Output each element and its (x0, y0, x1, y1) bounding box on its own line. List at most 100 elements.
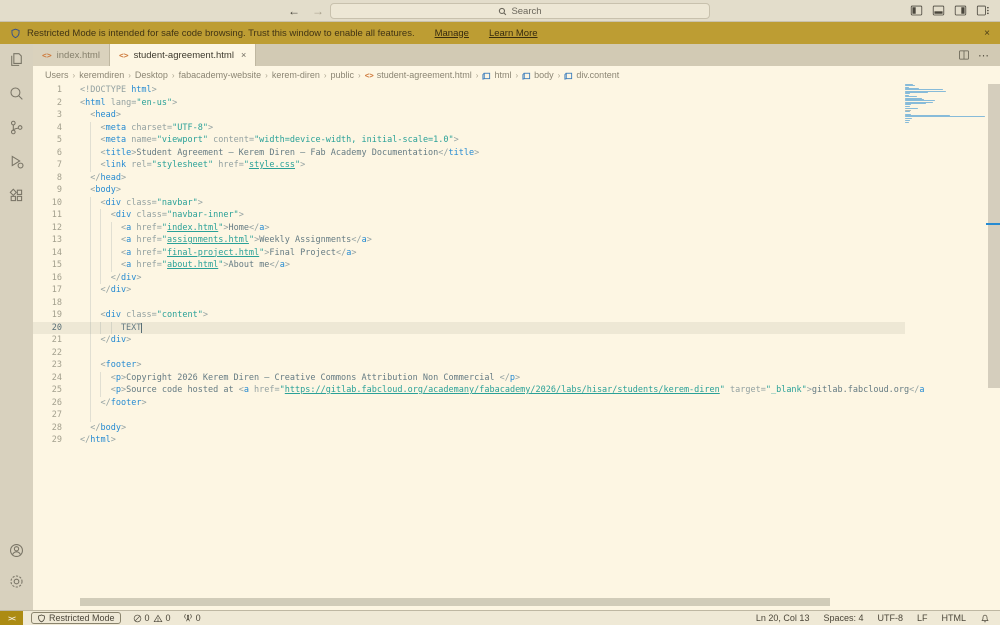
breadcrumb-symbol-html[interactable]: html (482, 70, 511, 80)
line-number[interactable]: 16 (33, 272, 62, 285)
code-line-5[interactable]: 5 <meta name="viewport" content="width=d… (33, 134, 905, 147)
code-line-28[interactable]: 28 </body> (33, 422, 905, 435)
line-number[interactable]: 6 (33, 147, 62, 160)
code-line-16[interactable]: 16 </div> (33, 271, 905, 285)
code-line-2[interactable]: 2 <html lang="en-us"> (33, 97, 905, 110)
tab-close-icon[interactable]: × (241, 50, 246, 60)
code-line-21[interactable]: 21 </div> (33, 334, 905, 347)
line-number[interactable]: 3 (33, 109, 62, 122)
code-line-19[interactable]: 19 <div class="content"> (33, 309, 905, 322)
line-number[interactable]: 22 (33, 347, 62, 360)
code-line-22[interactable]: 22 (33, 346, 905, 360)
eol-status[interactable]: LF (917, 613, 928, 623)
more-actions-icon[interactable]: ⋯ (978, 49, 990, 62)
ports-status[interactable]: 0 (183, 613, 201, 623)
breadcrumb-item-kerem-diren[interactable]: kerem-diren (272, 70, 320, 80)
learn-more-link[interactable]: Learn More (489, 28, 538, 39)
line-number[interactable]: 8 (33, 172, 62, 185)
code-line-12[interactable]: 12 <a href="index.html">Home</a> (33, 221, 905, 235)
code-line-23[interactable]: 23 <footer> (33, 359, 905, 372)
horizontal-scrollbar[interactable] (80, 598, 830, 606)
line-number[interactable]: 18 (33, 297, 62, 310)
line-number[interactable]: 12 (33, 222, 62, 235)
code-line-8[interactable]: 8 </head> (33, 172, 905, 185)
code-line-24[interactable]: 24 <p>Copyright 2026 Kerem Diren – Creat… (33, 371, 905, 385)
banner-close-icon[interactable]: × (984, 28, 990, 39)
problems-status[interactable]: 0 0 (133, 613, 171, 623)
line-number[interactable]: 5 (33, 134, 62, 147)
cursor-position-status[interactable]: Ln 20, Col 13 (756, 613, 810, 623)
line-number[interactable]: 4 (33, 122, 62, 135)
toggle-sidebar-left-icon[interactable] (910, 4, 923, 17)
code-line-20[interactable]: 20 TEXT (33, 321, 905, 335)
breadcrumb-item-Users[interactable]: Users (45, 70, 69, 80)
indentation-status[interactable]: Spaces: 4 (823, 613, 863, 623)
code-line-1[interactable]: 1 <!DOCTYPE html> (33, 84, 905, 97)
line-number[interactable]: 17 (33, 284, 62, 297)
line-number[interactable]: 29 (33, 434, 62, 447)
code-line-14[interactable]: 14 <a href="final-project.html">Final Pr… (33, 246, 905, 260)
line-number[interactable]: 20 (33, 322, 62, 335)
line-number[interactable]: 2 (33, 97, 62, 110)
line-number[interactable]: 13 (33, 234, 62, 247)
code-line-26[interactable]: 26 </footer> (33, 396, 905, 410)
line-number[interactable]: 23 (33, 359, 62, 372)
breadcrumb-file[interactable]: <> student-agreement.html (365, 70, 472, 80)
code-line-29[interactable]: 29 </html> (33, 434, 905, 447)
line-number[interactable]: 15 (33, 259, 62, 272)
run-debug-icon[interactable] (8, 153, 25, 170)
code-line-18[interactable]: 18 (33, 296, 905, 310)
tab-index.html[interactable]: <> index.html (33, 44, 110, 66)
forward-arrow-icon[interactable]: → (312, 4, 324, 18)
line-number[interactable]: 26 (33, 397, 62, 410)
tab-student-agreement.html[interactable]: <> student-agreement.html × (109, 44, 257, 66)
line-number[interactable]: 24 (33, 372, 62, 385)
line-number[interactable]: 25 (33, 384, 62, 397)
code-line-11[interactable]: 11 <div class="navbar-inner"> (33, 209, 905, 222)
breadcrumb-item-Desktop[interactable]: Desktop (135, 70, 168, 80)
back-arrow-icon[interactable]: ← (288, 4, 300, 18)
breadcrumb-item-public[interactable]: public (331, 70, 355, 80)
breadcrumb-symbol-body[interactable]: body (522, 70, 554, 80)
customize-layout-icon[interactable] (976, 4, 990, 17)
code-editor[interactable]: 1 <!DOCTYPE html> 2 <html lang="en-us"> 3 <h… (33, 84, 1000, 610)
extensions-icon[interactable] (8, 187, 25, 204)
restricted-mode-status[interactable]: Restricted Mode (31, 612, 121, 624)
account-icon[interactable] (8, 542, 25, 559)
settings-gear-icon[interactable] (8, 573, 25, 590)
code-line-9[interactable]: 9 <body> (33, 184, 905, 197)
search-sidebar-icon[interactable] (8, 85, 25, 102)
language-mode-status[interactable]: HTML (942, 613, 967, 623)
notifications-bell-icon[interactable] (980, 613, 990, 623)
code-line-4[interactable]: 4 <meta charset="UTF-8"> (33, 121, 905, 135)
line-number[interactable]: 28 (33, 422, 62, 435)
code-line-27[interactable]: 27 (33, 409, 905, 422)
code-line-17[interactable]: 17 </div> (33, 284, 905, 297)
code-line-7[interactable]: 7 <link rel="stylesheet" href="style.css… (33, 159, 905, 172)
line-number[interactable]: 11 (33, 209, 62, 222)
search-input[interactable]: Search (330, 3, 710, 19)
code-line-13[interactable]: 13 <a href="assignments.html">Weekly Ass… (33, 234, 905, 247)
remote-indicator[interactable]: >< (0, 611, 23, 625)
encoding-status[interactable]: UTF-8 (877, 613, 903, 623)
code-line-15[interactable]: 15 <a href="about.html">About me</a> (33, 259, 905, 272)
code-line-25[interactable]: 25 <p>Source code hosted at <a href="htt… (33, 384, 925, 397)
line-number[interactable]: 10 (33, 197, 62, 210)
code-line-6[interactable]: 6 <title>Student Agreement – Kerem Diren… (33, 146, 905, 160)
code-line-3[interactable]: 3 <head> (33, 109, 905, 122)
explorer-icon[interactable] (8, 51, 25, 68)
manage-link[interactable]: Manage (435, 28, 469, 39)
line-number[interactable]: 14 (33, 247, 62, 260)
breadcrumb-item-fabacademy-website[interactable]: fabacademy-website (179, 70, 262, 80)
code-line-10[interactable]: 10 <div class="navbar"> (33, 196, 905, 210)
breadcrumb-symbol-div.content[interactable]: div.content (564, 70, 619, 80)
breadcrumb-item-keremdiren[interactable]: keremdiren (79, 70, 124, 80)
line-number[interactable]: 9 (33, 184, 62, 197)
toggle-panel-icon[interactable] (932, 4, 945, 17)
line-number[interactable]: 27 (33, 409, 62, 422)
line-number[interactable]: 21 (33, 334, 62, 347)
source-control-icon[interactable] (8, 119, 25, 136)
vertical-scrollbar[interactable] (988, 84, 1000, 388)
split-editor-icon[interactable] (958, 49, 970, 61)
line-number[interactable]: 19 (33, 309, 62, 322)
